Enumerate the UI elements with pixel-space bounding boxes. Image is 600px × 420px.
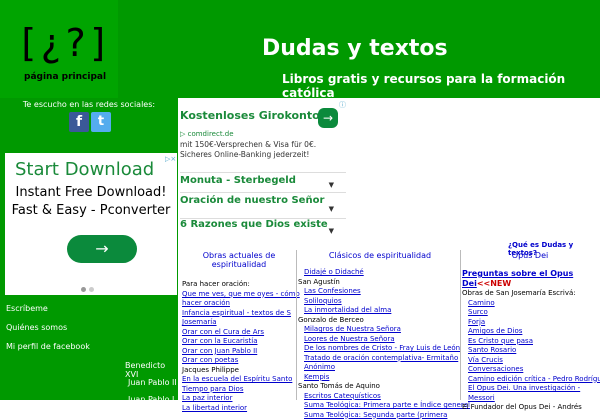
list-link[interactable]: Escritos Catequísticos — [304, 392, 381, 401]
ad-carousel-dots[interactable] — [81, 277, 101, 292]
list-link[interactable]: Kempis — [304, 373, 329, 382]
list-label: El Fundador del Opus Dei - Andrés — [462, 403, 582, 411]
home-logo[interactable]: [¿?] página principal — [0, 0, 118, 98]
list-link[interactable]: Santo Rosario — [468, 346, 516, 355]
list-label: Gonzalo de Berceo — [298, 315, 364, 324]
sidebar-link-juan-pablo-ii[interactable]: Juan Pablo II — [128, 378, 177, 387]
list-link[interactable]: Orar con el Cura de Ars — [182, 328, 264, 337]
list-link[interactable]: Camino edición crítica - Pedro Rodríguez — [468, 375, 600, 384]
list-link[interactable]: Tiempo para Dios — [182, 385, 243, 394]
ad-option-2[interactable]: Oración de nuestro Señor ▼ — [180, 192, 346, 221]
list-link[interactable]: hacer oración — [182, 299, 230, 308]
list-link[interactable]: Orar con Juan Pablo II — [182, 347, 257, 356]
ad-title[interactable]: Start Download — [15, 159, 154, 180]
list-link[interactable]: Didajé o Didaché — [304, 268, 364, 277]
sidebar-link-quienes-somos[interactable]: Quiénes somos — [6, 323, 67, 332]
ad-line-1: Instant Free Download! — [15, 185, 167, 200]
column-heading-actuales[interactable]: Obras actuales de espiritualidad — [184, 251, 294, 269]
ad-info-icon[interactable]: ⓘ — [339, 100, 346, 110]
main-advertisement[interactable]: Kostenloses Girokonto → ▷ comdirect.de m… — [180, 100, 346, 240]
link-text[interactable]: Dei — [462, 279, 477, 288]
list-link[interactable]: Milagros de Nuestra Señora — [304, 325, 401, 334]
list-link[interactable]: Las Confesiones — [304, 287, 361, 296]
side-advertisement[interactable]: ▷× Start Download Instant Free Download!… — [5, 153, 177, 295]
list-link[interactable]: En la escuela del Espíritu Santo — [182, 375, 292, 384]
site-header: [¿?] página principal Dudas y textos Lib… — [0, 0, 600, 100]
list-link[interactable]: Suma Teológica: Segunda parte (primera — [304, 411, 447, 420]
logo-mark[interactable]: [¿?] — [16, 20, 112, 66]
list-link[interactable]: Suma Teológica: Primera parte e Índice g… — [304, 401, 470, 410]
ad-option-label[interactable]: Oración de nuestro Señor — [180, 195, 324, 206]
list-link[interactable]: Camino — [468, 299, 495, 308]
list-label: Santo Tomás de Aquino — [298, 382, 380, 390]
dot-inactive[interactable] — [89, 287, 94, 292]
twitter-icon[interactable]: t — [91, 112, 111, 132]
list-label: Obras de San Josemaría Escrivá: — [462, 289, 576, 297]
ad-headline[interactable]: Kostenloses Girokonto — [180, 109, 320, 122]
sidebar-link-benedicto[interactable]: Benedicto XVI — [125, 361, 178, 379]
adchoices-icon[interactable]: ▷× — [165, 155, 176, 163]
ad-source[interactable]: ▷ comdirect.de — [180, 130, 234, 138]
list-link[interactable]: La libertad interior — [182, 404, 247, 413]
ad-go-button[interactable]: → — [318, 108, 338, 128]
column-heading-opus-dei[interactable]: Opus Dei — [462, 251, 598, 260]
list-label: San Agustín — [298, 277, 340, 286]
list-link[interactable]: La paz interior — [182, 394, 232, 403]
column-divider — [460, 250, 461, 400]
list-link[interactable]: Tratado de oración contemplativa- Ermita… — [304, 354, 458, 363]
list-link[interactable]: Amigos de Dios — [468, 327, 522, 336]
list-link[interactable]: Anónimo — [304, 363, 335, 372]
ad-option-3[interactable]: 6 Razones que Dios existe ▼ — [180, 218, 346, 240]
home-link[interactable]: página principal — [24, 72, 106, 82]
site-subtitle: Libros gratis y recursos para la formaci… — [282, 72, 566, 100]
left-sidebar: Te escucho en las redes sociales: f t ▷×… — [0, 98, 178, 404]
dot-active[interactable] — [81, 287, 86, 292]
ad-line-2: Fast & Easy - Pconverter — [11, 203, 171, 218]
column-heading-clasicos[interactable]: Clásicos de espiritualidad — [300, 251, 460, 260]
ad-arrow-button[interactable]: → — [67, 235, 137, 263]
list-link[interactable]: Loores de Nuestra Señora — [304, 335, 395, 344]
ad-description: mit 150€-Versprechen & Visa für 0€. Sich… — [180, 140, 317, 159]
list-link[interactable]: Infancia espiritual - textos de S — [182, 309, 291, 318]
sidebar-link-escribeme[interactable]: Escríbeme — [6, 304, 48, 313]
column-divider — [296, 250, 297, 400]
list-link[interactable]: Forja — [468, 318, 485, 327]
list-link[interactable]: Vía Crucis — [468, 356, 503, 365]
list-link[interactable]: Soliloquios — [304, 297, 342, 306]
list-link[interactable]: Orar con poetas — [182, 356, 238, 365]
social-caption: Te escucho en las redes sociales: — [22, 100, 156, 109]
list-link[interactable]: De los nombres de Cristo - Fray Luis de … — [304, 344, 460, 353]
list-link[interactable]: Que me ves, que me oyes - cómo — [182, 290, 300, 299]
list-link[interactable]: Josemaría — [182, 318, 217, 327]
facebook-icon[interactable]: f — [69, 112, 89, 132]
list-link[interactable]: La inmortalidad del alma — [304, 306, 391, 315]
ad-option-label[interactable]: 6 Razones que Dios existe — [180, 219, 328, 230]
chevron-down-icon[interactable]: ▼ — [329, 179, 334, 191]
chevron-down-icon[interactable]: ▼ — [329, 225, 334, 237]
list-label: Jacques Philippe — [182, 365, 239, 374]
link-preguntas-opus-dei-line2[interactable]: Dei<<NEW — [462, 279, 511, 288]
site-title: Dudas y textos — [262, 36, 448, 61]
list-link[interactable]: Es Cristo que pasa — [468, 337, 533, 346]
list-link[interactable]: Surco — [468, 308, 488, 317]
list-link[interactable]: Conversaciones — [468, 365, 523, 374]
new-badge: <<NEW — [476, 279, 512, 288]
chevron-down-icon[interactable]: ▼ — [329, 203, 334, 215]
list-label: Para hacer oración: — [182, 280, 250, 288]
ad-option-1[interactable]: Monuta - Sterbegeld ▼ — [180, 172, 346, 193]
list-link[interactable]: El Opus Dei. Una investigación - — [468, 384, 580, 393]
ad-option-label[interactable]: Monuta - Sterbegeld — [180, 175, 296, 186]
link-preguntas-opus-dei[interactable]: Preguntas sobre el Opus — [462, 269, 573, 278]
list-link[interactable]: Orar con la Eucaristía — [182, 337, 257, 346]
sidebar-link-facebook-profile[interactable]: Mi perfil de facebook — [6, 342, 90, 351]
list-link[interactable]: Messori — [468, 394, 495, 403]
